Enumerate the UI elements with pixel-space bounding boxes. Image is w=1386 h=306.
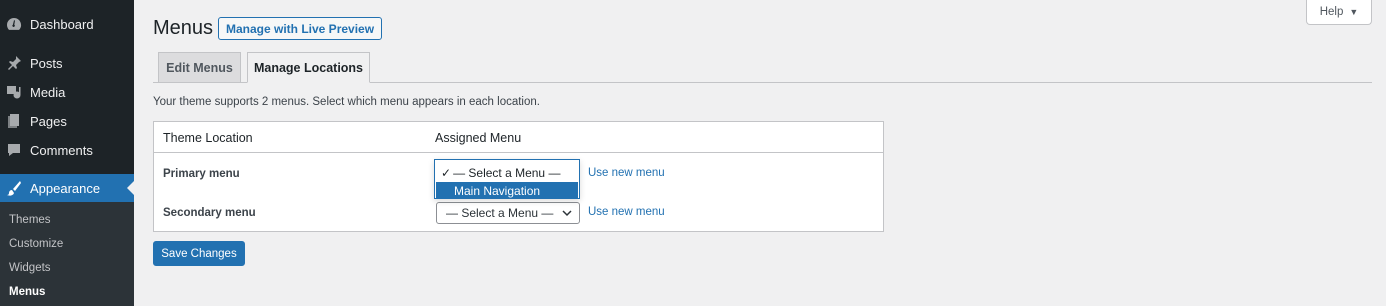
- page-icon: [6, 113, 22, 129]
- help-button[interactable]: Help ▼: [1306, 0, 1372, 25]
- chevron-down-icon: [562, 206, 572, 223]
- location-label-primary: Primary menu: [163, 168, 240, 180]
- sidebar-item-label: Appearance: [30, 180, 101, 196]
- sidebar-item-label: Comments: [30, 142, 93, 158]
- submenu-item-themes[interactable]: Themes: [9, 214, 51, 226]
- appearance-submenu: Themes Customize Widgets Menus: [0, 202, 134, 306]
- option-label: Main Navigation: [454, 183, 541, 198]
- save-changes-button[interactable]: Save Changes: [153, 241, 245, 266]
- media-icon: [6, 84, 22, 100]
- option-label: — Select a Menu —: [453, 165, 561, 180]
- dashboard-icon: [6, 16, 22, 32]
- sidebar-item-dashboard[interactable]: Dashboard: [0, 11, 134, 37]
- menu-select-primary-dropdown[interactable]: ✓ — Select a Menu — Main Navigation: [434, 159, 580, 199]
- brush-icon: [6, 180, 22, 196]
- sidebar-item-comments[interactable]: Comments: [0, 137, 134, 163]
- dropdown-option-main-navigation[interactable]: Main Navigation: [436, 182, 578, 199]
- pin-icon: [6, 55, 22, 71]
- submenu-item-customize[interactable]: Customize: [9, 238, 63, 250]
- dropdown-option-select-a-menu[interactable]: ✓ — Select a Menu —: [436, 164, 578, 181]
- active-indicator: [127, 181, 134, 195]
- submenu-item-widgets[interactable]: Widgets: [9, 262, 51, 274]
- sidebar-item-label: Pages: [30, 113, 67, 129]
- submenu-item-menus[interactable]: Menus: [9, 286, 45, 298]
- help-label: Help: [1319, 6, 1344, 18]
- intro-text: Your theme supports 2 menus. Select whic…: [153, 96, 540, 108]
- select-value: — Select a Menu —: [446, 206, 554, 220]
- column-header-assigned-menu: Assigned Menu: [435, 131, 522, 145]
- sidebar-item-posts[interactable]: Posts: [0, 50, 134, 76]
- sidebar-item-pages[interactable]: Pages: [0, 108, 134, 134]
- sidebar-item-media[interactable]: Media: [0, 79, 134, 105]
- check-icon: ✓: [441, 165, 452, 180]
- page-title: Menus: [153, 17, 214, 39]
- menu-select-secondary[interactable]: — Select a Menu —: [436, 202, 580, 224]
- tab-manage-locations[interactable]: Manage Locations: [247, 52, 370, 83]
- sidebar-item-appearance[interactable]: Appearance: [0, 174, 134, 202]
- column-header-theme-location: Theme Location: [163, 131, 253, 145]
- tab-edit-menus[interactable]: Edit Menus: [158, 52, 241, 83]
- admin-sidebar: Dashboard Posts Media Pages Comments App…: [0, 0, 134, 306]
- use-new-menu-link-secondary[interactable]: Use new menu: [588, 206, 665, 218]
- table-header: Theme Location Assigned Menu: [154, 122, 883, 153]
- comment-icon: [6, 142, 22, 158]
- caret-down-icon: ▼: [1349, 7, 1359, 17]
- sidebar-item-label: Dashboard: [30, 16, 94, 32]
- sidebar-item-label: Media: [30, 84, 66, 100]
- sidebar-item-label: Posts: [30, 55, 63, 71]
- manage-live-preview-button[interactable]: Manage with Live Preview: [218, 17, 383, 40]
- use-new-menu-link-primary[interactable]: Use new menu: [588, 167, 665, 179]
- location-label-secondary: Secondary menu: [163, 207, 256, 219]
